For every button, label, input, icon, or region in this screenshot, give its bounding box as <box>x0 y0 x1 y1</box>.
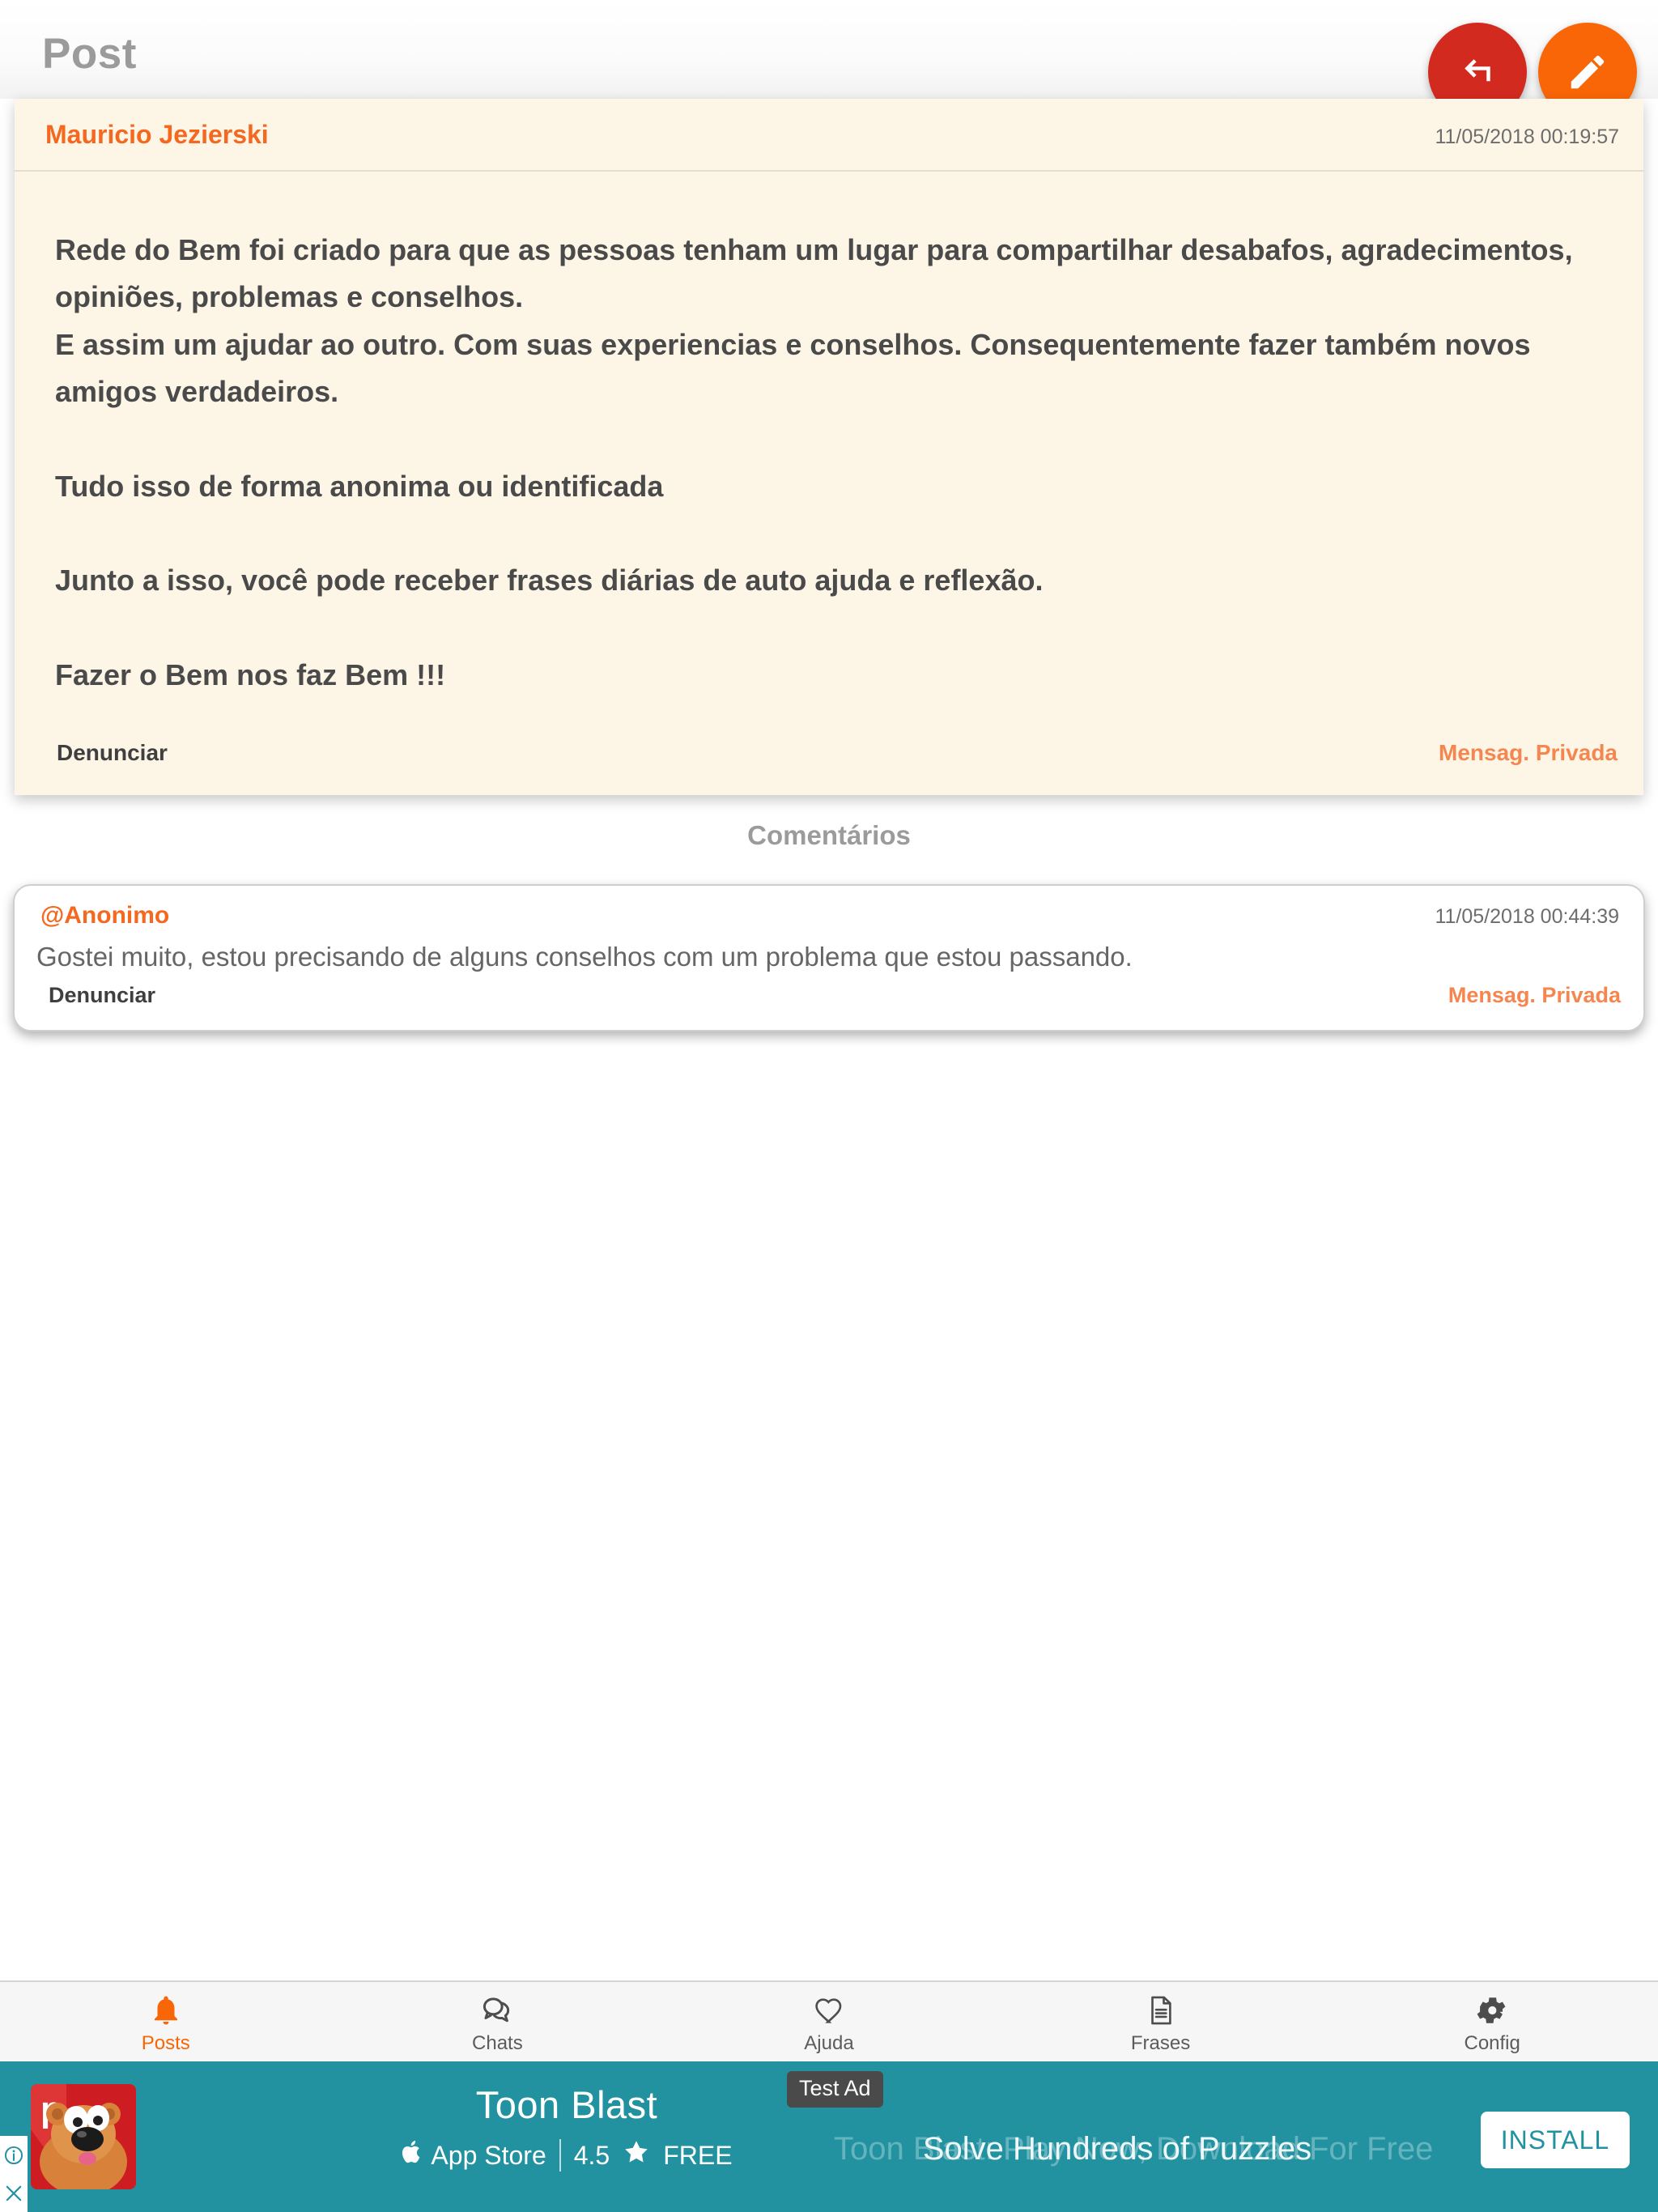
apple-logo-icon <box>401 2139 423 2172</box>
post-header: Mauricio Jezierski 11/05/2018 00:19:57 <box>15 99 1643 172</box>
heart-icon <box>812 1993 846 2028</box>
document-icon <box>1144 1993 1178 2028</box>
tab-chats-label: Chats <box>472 2031 523 2054</box>
gear-icon <box>1475 1993 1509 2028</box>
tab-config[interactable]: Config <box>1326 1982 1658 2061</box>
star-icon <box>623 2138 650 2172</box>
tab-config-label: Config <box>1464 2031 1520 2054</box>
ad-rating: 4.5 <box>573 2140 610 2170</box>
ad-controls <box>0 2136 28 2212</box>
comment-actions: Denunciar Mensag. Privada <box>15 983 1643 1015</box>
chat-bubbles-icon <box>480 1993 514 2028</box>
tab-posts-label: Posts <box>141 2031 190 2054</box>
pencil-icon <box>1566 50 1609 94</box>
app-root: Post Mauricio Jezierski 11/05/2018 00:19… <box>0 0 1658 2212</box>
bottom-tab-bar: Posts Chats Ajuda Frases Config <box>0 1980 1658 2061</box>
comment-card[interactable]: @Anonimo 11/05/2018 00:44:39 Gostei muit… <box>13 884 1645 1032</box>
bell-icon <box>149 1993 183 2028</box>
ad-meta: App Store 4.5 FREE <box>243 2138 891 2172</box>
ad-price: FREE <box>663 2140 733 2170</box>
comment-author[interactable]: @Anonimo <box>40 902 169 929</box>
tab-ajuda-label: Ajuda <box>804 2031 854 2054</box>
post-timestamp: 11/05/2018 00:19:57 <box>1435 125 1619 148</box>
ad-app-icon[interactable]: p <box>31 2084 136 2189</box>
ad-install-button[interactable]: INSTALL <box>1481 2112 1630 2168</box>
post-card[interactable]: Mauricio Jezierski 11/05/2018 00:19:57 R… <box>15 99 1643 795</box>
comments-heading: Comentários <box>747 820 911 850</box>
post-private-message-button[interactable]: Mensag. Privada <box>1439 740 1618 766</box>
tab-ajuda[interactable]: Ajuda <box>663 1982 995 2061</box>
tab-posts[interactable]: Posts <box>0 1982 332 2061</box>
tab-frases[interactable]: Frases <box>995 1982 1327 2061</box>
test-ad-badge: Test Ad <box>787 2071 883 2108</box>
tab-frases-label: Frases <box>1130 2031 1191 2054</box>
app-header: Post <box>0 0 1658 121</box>
ad-store-label: App Store <box>431 2140 546 2170</box>
back-arrow-icon <box>1456 50 1499 94</box>
comment-private-message-button[interactable]: Mensag. Privada <box>1448 983 1621 1008</box>
page-title: Post <box>42 30 137 78</box>
comment-timestamp: 11/05/2018 00:44:39 <box>1435 905 1619 928</box>
post-actions: Denunciar Mensag. Privada <box>15 740 1643 781</box>
ad-tagline-crossfade: Toon Blast: Play Now, Download For Free … <box>834 2118 1433 2180</box>
post-author[interactable]: Mauricio Jezierski <box>45 120 269 150</box>
close-icon[interactable] <box>3 2183 24 2204</box>
ad-store: App Store <box>401 2139 546 2172</box>
comment-text: Gostei muito, estou precisando de alguns… <box>36 942 1133 972</box>
comment-report-button[interactable]: Denunciar <box>49 983 155 1008</box>
ad-meta-divider <box>559 2139 561 2172</box>
info-icon[interactable] <box>3 2145 24 2166</box>
ad-tagline-incoming: Solve Hundreds of Puzzles <box>922 2131 1312 2167</box>
tab-chats[interactable]: Chats <box>332 1982 664 2061</box>
post-report-button[interactable]: Denunciar <box>57 740 168 766</box>
post-body: Rede do Bem foi criado para que as pesso… <box>55 233 1573 691</box>
